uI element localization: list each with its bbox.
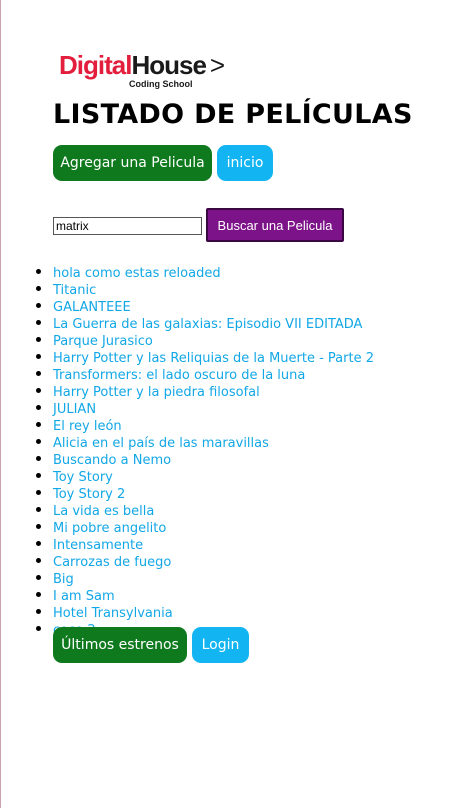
movie-link[interactable]: Intensamente xyxy=(53,538,143,553)
movie-list-item: Harry Potter y las Reliquias de la Muert… xyxy=(1,348,374,366)
home-button[interactable]: inicio xyxy=(217,145,273,181)
bullet-icon xyxy=(36,405,41,410)
movie-list-item: Toy Story xyxy=(1,467,374,485)
bullet-icon xyxy=(36,541,41,546)
movie-link[interactable]: Harry Potter y las Reliquias de la Muert… xyxy=(53,351,374,366)
movie-link[interactable]: La vida es bella xyxy=(53,504,154,519)
movie-link[interactable]: Parque Jurasico xyxy=(53,334,153,349)
bullet-icon xyxy=(36,575,41,580)
bullet-icon xyxy=(36,439,41,444)
movie-list-item: Intensamente xyxy=(1,535,374,553)
movie-link[interactable]: Transformers: el lado oscuro de la luna xyxy=(53,368,305,383)
movie-list-item: Hotel Transylvania xyxy=(1,603,374,621)
search-movie-button[interactable]: Buscar una Pelicula xyxy=(206,208,344,242)
movie-link[interactable]: Mi pobre angelito xyxy=(53,521,166,536)
bullet-icon xyxy=(36,303,41,308)
bullet-icon xyxy=(36,609,41,614)
movie-list-item: Mi pobre angelito xyxy=(1,518,374,536)
movie-link[interactable]: Titanic xyxy=(53,283,96,298)
movie-list-item: Transformers: el lado oscuro de la luna xyxy=(1,365,374,383)
bullet-icon xyxy=(36,337,41,342)
movie-link[interactable]: Big xyxy=(53,572,74,587)
digital-house-logo[interactable]: DigitalHouse > Coding School xyxy=(59,50,239,92)
page-title: LISTADO DE PELÍCULAS xyxy=(53,99,413,130)
movie-list-item: Titanic xyxy=(1,280,374,298)
bullet-icon xyxy=(36,354,41,359)
movie-link[interactable]: Alicia en el país de las maravillas xyxy=(53,436,269,451)
movie-list-item: Buscando a Nemo xyxy=(1,450,374,468)
movie-link[interactable]: hola como estas reloaded xyxy=(53,266,221,281)
movie-link[interactable]: Harry Potter y la piedra filosofal xyxy=(53,385,260,400)
bullet-icon xyxy=(36,269,41,274)
page: DigitalHouse > Coding School LISTADO DE P… xyxy=(0,0,471,808)
movie-list-item: hola como estas reloaded xyxy=(1,263,374,281)
bullet-icon xyxy=(36,592,41,597)
movie-link[interactable]: La Guerra de las galaxias: Episodio VII … xyxy=(53,317,362,332)
movie-list-item: JULIAN xyxy=(1,399,374,417)
movie-list-item: El rey león xyxy=(1,416,374,434)
movie-list-item: Big xyxy=(1,569,374,587)
login-button[interactable]: Login xyxy=(192,627,249,663)
bullet-icon xyxy=(36,286,41,291)
movie-list-item: Parque Jurasico xyxy=(1,331,374,349)
movie-list-item: La vida es bella xyxy=(1,501,374,519)
bullet-icon xyxy=(36,558,41,563)
bullet-icon xyxy=(36,473,41,478)
bullet-icon xyxy=(36,507,41,512)
movie-list-item: La Guerra de las galaxias: Episodio VII … xyxy=(1,314,374,332)
logo-wordmark: DigitalHouse > xyxy=(59,50,225,80)
movie-link[interactable]: GALANTEEE xyxy=(53,300,131,315)
movie-link[interactable]: El rey león xyxy=(53,419,122,434)
logo-arrow-icon: > xyxy=(209,50,225,80)
bullet-icon xyxy=(36,422,41,427)
movie-link[interactable]: Toy Story 2 xyxy=(53,487,125,502)
bullet-icon xyxy=(36,524,41,529)
movie-link[interactable]: JULIAN xyxy=(53,402,96,417)
movie-list-item: GALANTEEE xyxy=(1,297,374,315)
movie-link[interactable]: Carrozas de fuego xyxy=(53,555,171,570)
movie-list-item: Alicia en el país de las maravillas xyxy=(1,433,374,451)
logo-subtitle: Coding School xyxy=(129,79,193,89)
logo-word-digital: Digital xyxy=(59,50,132,80)
bullet-icon xyxy=(36,626,41,631)
latest-releases-button[interactable]: Últimos estrenos xyxy=(53,627,187,663)
movie-link[interactable]: Toy Story xyxy=(53,470,113,485)
movie-list-item: Harry Potter y la piedra filosofal xyxy=(1,382,374,400)
bullet-icon xyxy=(36,490,41,495)
bullet-icon xyxy=(36,388,41,393)
bullet-icon xyxy=(36,371,41,376)
movie-link[interactable]: Buscando a Nemo xyxy=(53,453,171,468)
movie-link[interactable]: I am Sam xyxy=(53,589,115,604)
bullet-icon xyxy=(36,456,41,461)
bullet-icon xyxy=(36,320,41,325)
movie-list: hola como estas reloaded Titanic GALANTEEE… xyxy=(1,263,374,638)
movie-link[interactable]: Hotel Transylvania xyxy=(53,606,173,621)
movie-list-item: Toy Story 2 xyxy=(1,484,374,502)
movie-list-item: I am Sam xyxy=(1,586,374,604)
movie-list-item: Carrozas de fuego xyxy=(1,552,374,570)
add-movie-button[interactable]: Agregar una Pelicula xyxy=(53,145,212,181)
logo-word-house: House xyxy=(131,50,206,80)
search-input[interactable] xyxy=(53,217,202,235)
